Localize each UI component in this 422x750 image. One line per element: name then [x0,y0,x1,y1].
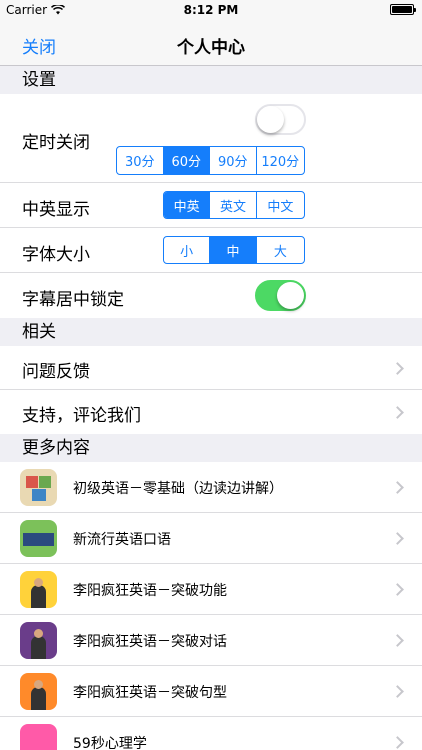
display-segmented-control: 中英 英文 中文 [163,191,305,219]
toggle-knob [257,106,284,133]
font-size-row: 字体大小 小 中 大 [0,228,422,273]
chevron-right-icon [391,634,404,647]
battery-icon [390,4,416,15]
timer-option-120[interactable]: 120分 [257,147,304,174]
app-row-beginner-english[interactable]: 初级英语－零基础（边读边讲解） [0,462,422,513]
app-row-crazy-english-dialogue[interactable]: 李阳疯狂英语－突破对话 [0,615,422,666]
chevron-right-icon [391,583,404,596]
crazy-english-dialogue-icon [20,622,57,659]
navigation-bar: 关闭 个人中心 [0,20,422,66]
page-title: 个人中心 [177,38,245,58]
section-header-related: 相关 [0,318,422,346]
timer-label: 定时关闭 [22,133,90,153]
chevron-right-icon [391,406,404,419]
subtitle-lock-toggle[interactable] [255,280,306,311]
spoken-english-icon [20,520,57,557]
rate-us-label: 支持，评论我们 [22,406,141,426]
app-label: 李阳疯狂英语－突破句型 [73,685,227,701]
display-option-both[interactable]: 中英 [164,192,211,218]
timer-option-60[interactable]: 60分 [163,147,210,174]
app-row-psychology[interactable]: 59秒心理学 [0,717,422,750]
crazy-english-sentence-icon [20,673,57,710]
psychology-icon [20,724,57,750]
rate-us-row[interactable]: 支持，评论我们 [0,390,422,434]
app-row-crazy-english-function[interactable]: 李阳疯狂英语－突破功能 [0,564,422,615]
font-size-option-medium[interactable]: 中 [210,237,257,263]
timer-segmented-control: 30分 60分 90分 120分 [116,146,305,175]
chevron-right-icon [391,362,404,375]
font-size-segmented-control: 小 中 大 [163,236,305,264]
timer-option-30[interactable]: 30分 [117,147,164,174]
timer-toggle[interactable] [255,104,306,135]
chevron-right-icon [391,481,404,494]
app-label: 李阳疯狂英语－突破对话 [73,634,227,650]
feedback-label: 问题反馈 [22,362,90,382]
blocks-icon [20,469,57,506]
subtitle-lock-label: 字幕居中锁定 [22,290,124,310]
status-time: 8:12 PM [183,3,239,17]
display-option-english[interactable]: 英文 [210,192,257,218]
feedback-row[interactable]: 问题反馈 [0,346,422,390]
display-option-chinese[interactable]: 中文 [257,192,304,218]
font-size-option-small[interactable]: 小 [164,237,211,263]
display-row: 中英显示 中英 英文 中文 [0,183,422,228]
app-label: 李阳疯狂英语－突破功能 [73,583,227,599]
app-row-spoken-english[interactable]: 新流行英语口语 [0,513,422,564]
status-bar: Carrier 8:12 PM [0,0,422,20]
section-header-settings: 设置 [0,66,422,94]
app-row-crazy-english-sentence[interactable]: 李阳疯狂英语－突破句型 [0,666,422,717]
toggle-knob [277,282,304,309]
app-label: 初级英语－零基础（边读边讲解） [73,481,283,497]
app-label: 59秒心理学 [73,736,147,750]
app-label: 新流行英语口语 [73,532,171,548]
section-header-more: 更多内容 [0,434,422,462]
display-label: 中英显示 [22,200,90,220]
crazy-english-function-icon [20,571,57,608]
timer-option-90[interactable]: 90分 [210,147,257,174]
timer-row: 定时关闭 30分 60分 90分 120分 [0,94,422,183]
chevron-right-icon [391,532,404,545]
subtitle-lock-row: 字幕居中锁定 [0,273,422,318]
chevron-right-icon [391,685,404,698]
font-size-option-large[interactable]: 大 [257,237,304,263]
chevron-right-icon [391,736,404,749]
font-size-label: 字体大小 [22,245,90,265]
